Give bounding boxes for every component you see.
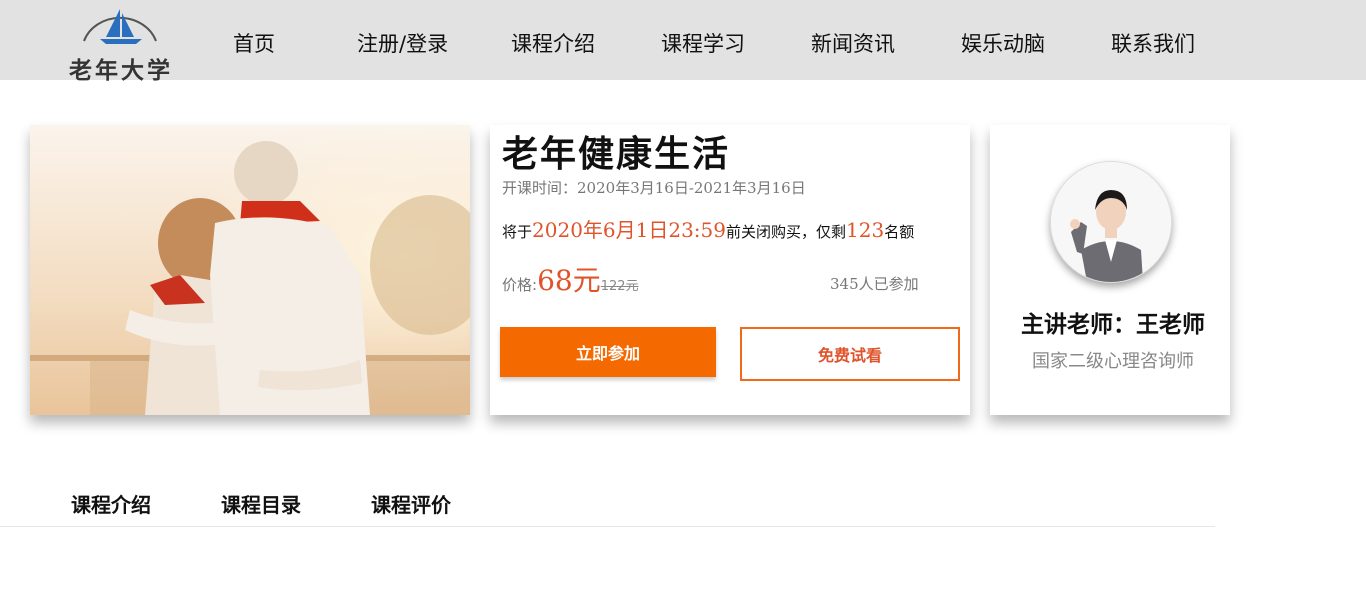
purchase-deadline: 将于2020年6月1日23:59前关闭购买，仅剩123名额 <box>502 214 914 243</box>
deadline-date: 2020年6月1日23:59 <box>532 218 726 242</box>
teacher-avatar <box>1050 161 1172 283</box>
elderly-couple-photo <box>30 125 470 415</box>
free-trial-button[interactable]: 免费试看 <box>740 327 960 381</box>
participant-count: 345人已参加 <box>830 275 919 293</box>
price-label: 价格: <box>502 276 538 294</box>
original-price: 122元 <box>600 279 639 294</box>
current-price: 68元 <box>537 264 601 297</box>
nav-course-study[interactable]: 课程学习 <box>661 28 745 58</box>
nav-news[interactable]: 新闻资讯 <box>811 28 895 58</box>
tab-course-reviews[interactable]: 课程评价 <box>371 489 451 518</box>
teacher-name: 主讲老师：王老师 <box>1021 312 1205 338</box>
course-time-value: 2020年3月16日-2021年3月16日 <box>577 179 806 197</box>
nav-brain-games[interactable]: 娱乐动脑 <box>961 28 1045 58</box>
deadline-suffix: 名额 <box>884 223 915 241</box>
deadline-mid: 前关闭购买，仅剩 <box>726 223 847 241</box>
join-now-button[interactable]: 立即参加 <box>500 327 716 377</box>
course-time-label: 开课时间： <box>502 179 578 197</box>
tab-course-catalog[interactable]: 课程目录 <box>221 489 301 518</box>
course-info-card: 老年健康生活 开课时间：2020年3月16日-2021年3月16日 将于2020… <box>490 125 970 415</box>
nav-register-login[interactable]: 注册/登录 <box>357 28 448 58</box>
price-row: 价格:68元122元 <box>502 259 639 299</box>
nav-course-intro[interactable]: 课程介绍 <box>511 28 595 58</box>
teacher-qualification: 国家二级心理咨询师 <box>1032 351 1194 372</box>
nav-home[interactable]: 首页 <box>233 28 275 58</box>
site-logo[interactable]: 老年大学 <box>46 3 196 84</box>
remaining-seats: 123 <box>846 218 885 242</box>
course-time: 开课时间：2020年3月16日-2021年3月16日 <box>502 177 806 198</box>
course-title: 老年健康生活 <box>502 134 731 175</box>
teacher-card: 主讲老师：王老师 国家二级心理咨询师 <box>990 125 1230 415</box>
sailboat-logo-icon <box>83 9 157 44</box>
nav-contact[interactable]: 联系我们 <box>1111 28 1195 58</box>
tab-divider <box>0 526 1215 527</box>
teacher-portrait <box>1051 162 1171 282</box>
top-header: 老年大学 首页 注册/登录 课程介绍 课程学习 新闻资讯 娱乐动脑 联系我们 <box>0 0 1366 84</box>
deadline-prefix: 将于 <box>502 223 533 241</box>
tab-course-intro[interactable]: 课程介绍 <box>71 489 151 518</box>
logo-text: 老年大学 <box>69 57 173 84</box>
course-cover-image <box>30 125 470 415</box>
